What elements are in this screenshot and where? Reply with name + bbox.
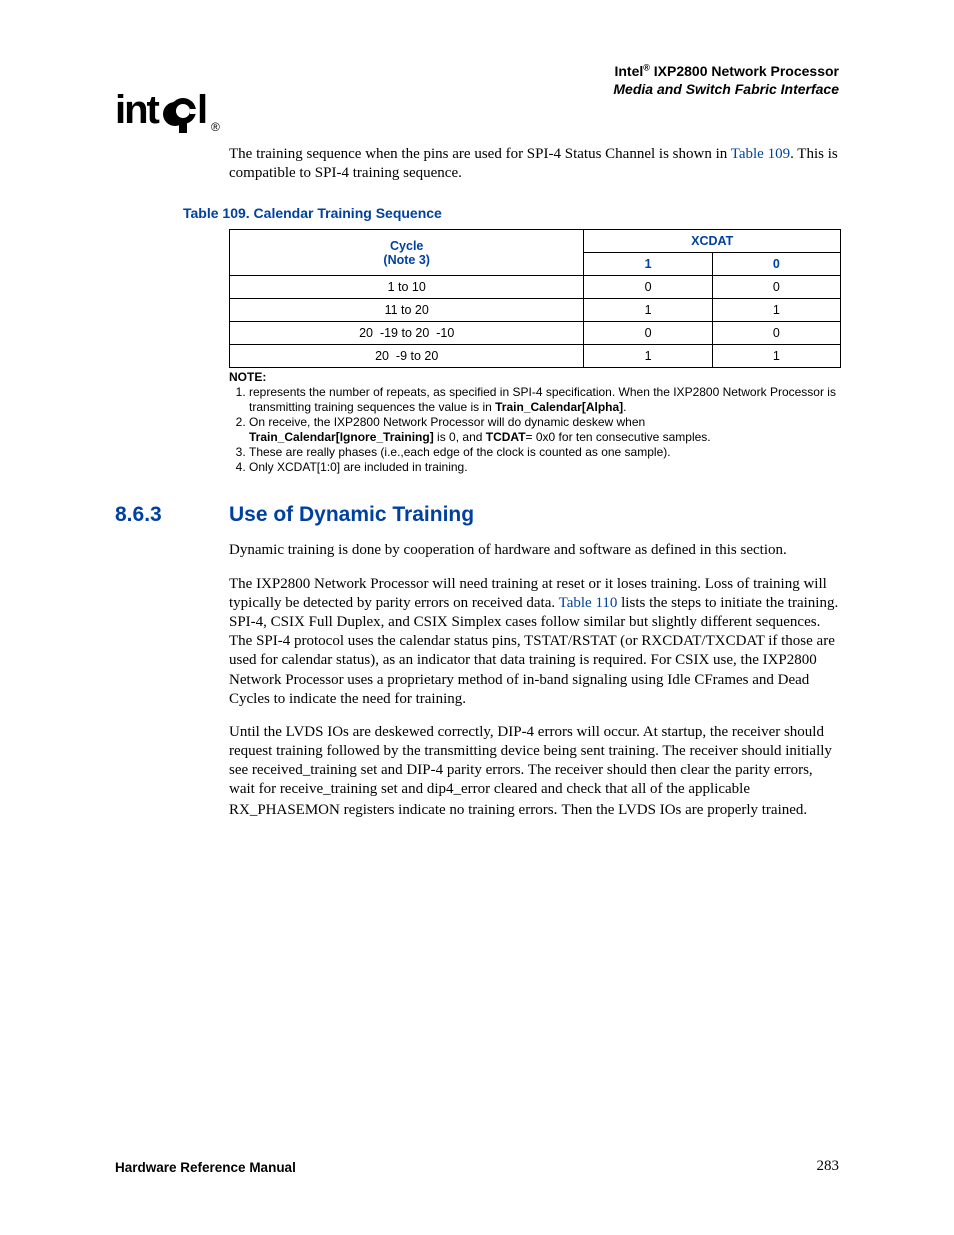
body-p1: Dynamic training is done by cooperation … bbox=[229, 541, 839, 560]
calendar-training-table: Cycle (Note 3) XCDAT 1 0 1 to 10 0 0 11 … bbox=[229, 229, 841, 368]
table-notes: NOTE: represents the number of repeats, … bbox=[229, 370, 841, 475]
th-xcdat: XCDAT bbox=[584, 230, 841, 253]
svg-text:l: l bbox=[197, 88, 208, 132]
cell-c1: 0 bbox=[584, 322, 712, 345]
intro-text-a: The training sequence when the pins are … bbox=[229, 146, 731, 162]
table-row: 20 -9 to 20 1 1 bbox=[230, 345, 841, 368]
intro-paragraph: The training sequence when the pins are … bbox=[229, 145, 839, 183]
cell-cycle: 1 to 10 bbox=[230, 276, 584, 299]
note-2e: = 0x0 for ten consecutive samples. bbox=[526, 430, 711, 444]
svg-text:int: int bbox=[115, 88, 160, 132]
body-p2: The IXP2800 Network Processor will need … bbox=[229, 575, 839, 709]
table-110-link[interactable]: Table 110 bbox=[559, 595, 618, 611]
note-2b: Train_Calendar[Ignore_Training] bbox=[249, 430, 434, 444]
note-2a: On receive, the IXP2800 Network Processo… bbox=[249, 415, 645, 429]
footer-title: Hardware Reference Manual bbox=[115, 1160, 296, 1175]
header-product: IXP2800 Network Processor bbox=[650, 63, 839, 79]
cell-cycle: 20 -19 to 20 -10 bbox=[230, 322, 584, 345]
body-p3: Until the LVDS IOs are deskewed correctl… bbox=[229, 723, 839, 820]
table-row: 11 to 20 1 1 bbox=[230, 299, 841, 322]
body-p3c: Then the LVDS IOs are properly trained. bbox=[562, 802, 808, 818]
table-row: 1 to 10 0 0 bbox=[230, 276, 841, 299]
th-cycle: Cycle bbox=[390, 239, 423, 253]
cell-c0: 0 bbox=[712, 276, 840, 299]
cell-c0: 1 bbox=[712, 345, 840, 368]
note-2c: is 0, and bbox=[434, 430, 486, 444]
note-1: represents the number of repeats, as spe… bbox=[249, 385, 841, 415]
table-109-link[interactable]: Table 109 bbox=[731, 146, 790, 162]
note-2d: TCDAT bbox=[486, 430, 526, 444]
note-2: On receive, the IXP2800 Network Processo… bbox=[249, 415, 841, 445]
svg-text:®: ® bbox=[211, 120, 220, 134]
section-title: Use of Dynamic Training bbox=[229, 503, 474, 527]
th-col-0: 0 bbox=[712, 253, 840, 276]
note-4: Only XCDAT[1:0] are included in training… bbox=[249, 460, 841, 475]
cell-c1: 1 bbox=[584, 345, 712, 368]
page-header: Intel® IXP2800 Network Processor Media a… bbox=[613, 62, 839, 98]
cell-c1: 0 bbox=[584, 276, 712, 299]
body-p3b: . bbox=[554, 801, 562, 818]
table-caption: Table 109. Calendar Training Sequence bbox=[183, 205, 839, 221]
header-subtitle: Media and Switch Fabric Interface bbox=[613, 80, 839, 98]
note-3: These are really phases (i.e.,each edge … bbox=[249, 445, 841, 460]
cell-c0: 0 bbox=[712, 322, 840, 345]
cell-cycle: 20 -9 to 20 bbox=[230, 345, 584, 368]
cell-c0: 1 bbox=[712, 299, 840, 322]
table-row: 20 -19 to 20 -10 0 0 bbox=[230, 322, 841, 345]
note-1c: . bbox=[623, 400, 626, 414]
note-1b: Train_Calendar[Alpha] bbox=[495, 400, 623, 414]
body-p2b: lists the steps to initiate the training… bbox=[229, 595, 838, 707]
section-heading: 8.6.3 Use of Dynamic Training bbox=[115, 503, 839, 527]
registered-mark: ® bbox=[643, 62, 650, 72]
cell-cycle: 11 to 20 bbox=[230, 299, 584, 322]
header-brand: Intel bbox=[614, 63, 643, 79]
th-col-1: 1 bbox=[584, 253, 712, 276]
page-number: 283 bbox=[817, 1158, 840, 1175]
section-number: 8.6.3 bbox=[115, 503, 229, 527]
intel-logo: int l ® bbox=[115, 85, 225, 140]
cell-c1: 1 bbox=[584, 299, 712, 322]
note-label: NOTE: bbox=[229, 370, 266, 384]
th-cycle-note: (Note 3) bbox=[383, 253, 430, 267]
